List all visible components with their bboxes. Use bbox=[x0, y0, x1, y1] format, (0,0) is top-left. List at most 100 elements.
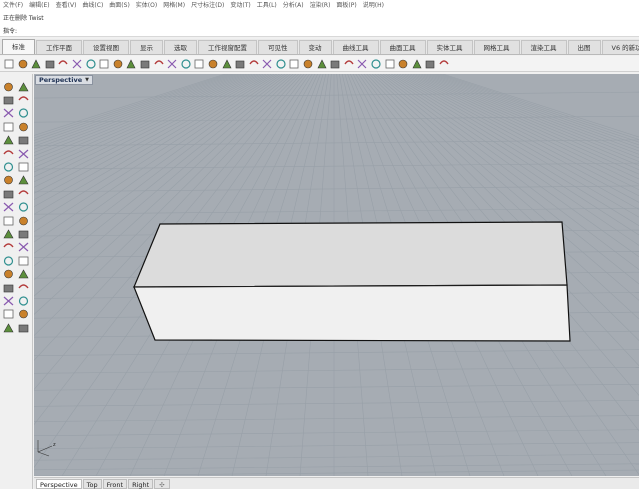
dimension-icon[interactable] bbox=[17, 241, 30, 253]
hide-icon[interactable] bbox=[234, 58, 246, 70]
ribbon-tab[interactable]: V6 的新功能 bbox=[601, 40, 639, 54]
material-icon[interactable] bbox=[329, 58, 341, 70]
view-tab[interactable]: Front bbox=[102, 478, 128, 489]
surface-tools-icon[interactable] bbox=[17, 174, 30, 186]
menu-item[interactable]: 说明(H) bbox=[363, 0, 384, 9]
save-icon[interactable] bbox=[30, 58, 42, 70]
new-file-icon[interactable] bbox=[3, 58, 15, 70]
ellipse-icon[interactable] bbox=[17, 107, 30, 119]
ribbon-tab[interactable]: 选取 bbox=[164, 40, 197, 54]
ribbon-tab[interactable]: 显示 bbox=[130, 40, 163, 54]
explode-icon[interactable] bbox=[17, 268, 30, 280]
ribbon-tab[interactable]: 标准 bbox=[2, 39, 35, 54]
menu-item[interactable]: 工具(L) bbox=[257, 0, 277, 9]
boolean-union-icon[interactable] bbox=[17, 215, 30, 227]
box-top-face[interactable] bbox=[133, 221, 568, 288]
brush-icon[interactable] bbox=[384, 58, 396, 70]
command-prompt-input[interactable]: 指令: bbox=[0, 27, 639, 37]
fillet-curve-icon[interactable] bbox=[17, 134, 30, 146]
mesh-icon[interactable] bbox=[2, 228, 15, 240]
ribbon-tab[interactable]: 工作平面 bbox=[36, 40, 82, 54]
shade-icon[interactable] bbox=[302, 58, 314, 70]
loft-icon[interactable] bbox=[2, 174, 15, 186]
menu-item[interactable]: 面板(P) bbox=[336, 0, 356, 9]
zoom-selected-icon[interactable] bbox=[193, 58, 205, 70]
extrude-curve-icon[interactable] bbox=[17, 161, 30, 173]
layer-icon[interactable] bbox=[261, 58, 273, 70]
curve-from-points-icon[interactable] bbox=[17, 94, 30, 106]
box-front-face[interactable] bbox=[133, 284, 571, 342]
split-icon[interactable] bbox=[17, 255, 30, 267]
ribbon-tab[interactable]: 网格工具 bbox=[473, 40, 520, 54]
join-icon[interactable] bbox=[2, 268, 15, 280]
undo-icon[interactable] bbox=[112, 58, 124, 70]
group-icon[interactable] bbox=[2, 322, 15, 334]
view-tab[interactable]: Perspective bbox=[36, 478, 82, 489]
copy-object-icon[interactable] bbox=[17, 282, 30, 294]
ribbon-tab[interactable]: 实体工具 bbox=[426, 40, 473, 54]
box-icon[interactable] bbox=[2, 188, 15, 200]
light-icon[interactable] bbox=[288, 58, 300, 70]
menu-item[interactable]: 查看(V) bbox=[56, 0, 77, 9]
cut-icon[interactable] bbox=[71, 58, 83, 70]
ribbon-tab[interactable]: 变动 bbox=[298, 40, 332, 54]
check-icon[interactable] bbox=[17, 308, 30, 320]
ribbon-tab[interactable]: 曲面工具 bbox=[379, 40, 426, 54]
view-tab[interactable]: Right bbox=[128, 478, 154, 489]
menu-item[interactable]: 曲线(C) bbox=[82, 0, 103, 9]
ribbon-tab[interactable]: 曲线工具 bbox=[332, 40, 379, 54]
circle-icon[interactable] bbox=[2, 107, 15, 119]
rotate-icon[interactable] bbox=[207, 58, 219, 70]
sphere-icon[interactable] bbox=[343, 58, 355, 70]
menu-item[interactable]: 曲面(S) bbox=[109, 0, 130, 9]
ribbon-tab[interactable]: 设置视图 bbox=[83, 40, 129, 54]
print-icon[interactable] bbox=[44, 58, 56, 70]
mesh-tools-icon[interactable] bbox=[17, 228, 30, 240]
sphere-solid-icon[interactable] bbox=[2, 201, 15, 213]
add-view-tab-button[interactable]: ✣ bbox=[154, 478, 170, 489]
trim-icon[interactable] bbox=[2, 255, 15, 267]
layer-tools-icon[interactable] bbox=[17, 322, 30, 334]
rectangle-icon[interactable] bbox=[17, 121, 30, 133]
move-icon[interactable] bbox=[2, 282, 15, 294]
sphere-shaded-icon[interactable] bbox=[356, 58, 368, 70]
help-icon[interactable] bbox=[438, 58, 450, 70]
menu-item[interactable]: 实体(O) bbox=[136, 0, 157, 9]
viewport-title[interactable]: Perspective ▼ bbox=[35, 75, 94, 85]
surface-from-curves-icon[interactable] bbox=[2, 161, 15, 173]
copy-icon[interactable] bbox=[85, 58, 97, 70]
menu-item[interactable]: 渲染(R) bbox=[310, 0, 331, 9]
menu-item[interactable]: 变动(T) bbox=[230, 0, 250, 9]
grid-icon[interactable] bbox=[221, 58, 233, 70]
array-icon[interactable] bbox=[2, 295, 15, 307]
ribbon-tab[interactable]: 可见性 bbox=[258, 40, 298, 54]
paste-icon[interactable] bbox=[98, 58, 110, 70]
view-tab[interactable]: Top bbox=[82, 478, 102, 489]
select-arrow-icon[interactable] bbox=[2, 81, 15, 93]
zoom-window-icon[interactable] bbox=[166, 58, 178, 70]
ribbon-tab[interactable]: 渲染工具 bbox=[520, 40, 567, 54]
scale-icon[interactable] bbox=[17, 295, 30, 307]
options-icon[interactable] bbox=[397, 58, 409, 70]
ribbon-tab[interactable]: 工作视窗配置 bbox=[198, 40, 257, 54]
ribbon-tab[interactable]: 出图 bbox=[567, 40, 601, 54]
curve-tools-icon[interactable] bbox=[17, 148, 30, 160]
arc-icon[interactable] bbox=[2, 121, 15, 133]
rotate-view-icon[interactable] bbox=[139, 58, 151, 70]
point-icon[interactable] bbox=[17, 81, 30, 93]
extrude-surface-icon[interactable] bbox=[2, 215, 15, 227]
object-properties-icon[interactable] bbox=[275, 58, 287, 70]
open-file-icon[interactable] bbox=[17, 58, 29, 70]
polyline-icon[interactable] bbox=[2, 94, 15, 106]
menu-item[interactable]: 分析(A) bbox=[283, 0, 304, 9]
polygon-icon[interactable] bbox=[2, 134, 15, 146]
viewport-menu-arrow-icon[interactable]: ▼ bbox=[85, 77, 89, 83]
zoom-icon[interactable] bbox=[153, 58, 165, 70]
plugin-icon[interactable] bbox=[424, 58, 436, 70]
solid-tools-icon[interactable] bbox=[17, 201, 30, 213]
zoom-extents-icon[interactable] bbox=[180, 58, 192, 70]
environment-icon[interactable] bbox=[370, 58, 382, 70]
menu-item[interactable]: 尺寸标注(D) bbox=[191, 0, 224, 9]
offset-curve-icon[interactable] bbox=[2, 148, 15, 160]
lock-icon[interactable] bbox=[248, 58, 260, 70]
